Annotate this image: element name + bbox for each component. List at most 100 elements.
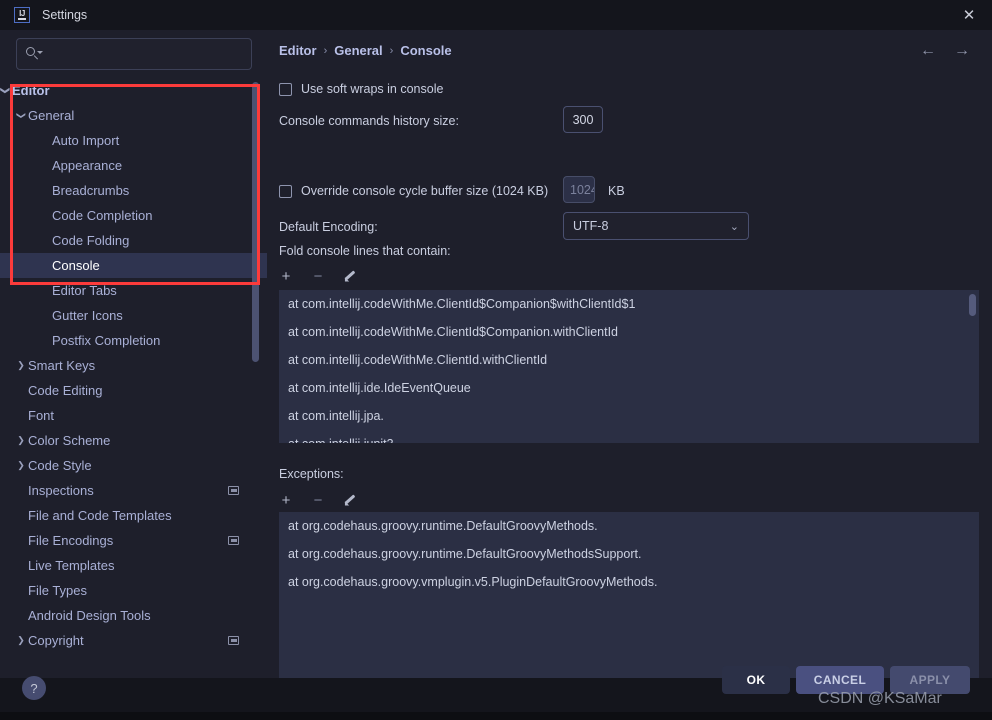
settings-tree[interactable]: ❯ Editor ❯ General Auto Import Appearance Brea… xyxy=(0,78,267,674)
default-encoding-row: Default Encoding: xyxy=(279,220,378,234)
project-scope-icon xyxy=(228,486,239,495)
list-item[interactable]: at org.codehaus.groovy.vmplugin.v5.Plugi… xyxy=(279,568,979,596)
sidebar-item-live-templates[interactable]: Live Templates xyxy=(0,553,267,578)
sidebar-item-editor[interactable]: ❯ Editor xyxy=(0,78,267,103)
sidebar-item-file-and-code-templates[interactable]: File and Code Templates xyxy=(0,503,267,528)
breadcrumb-item-general[interactable]: General xyxy=(334,43,382,58)
project-scope-icon xyxy=(228,636,239,645)
search-field-wrapper xyxy=(16,38,252,70)
watermark: CSDN @KSaMar xyxy=(818,690,942,707)
chevron-down-icon[interactable]: ❯ xyxy=(1,84,11,98)
project-scope-icon xyxy=(228,536,239,545)
chevron-down-icon: ⌄ xyxy=(729,220,739,233)
logo-letters: IJ xyxy=(19,9,25,18)
edit-pencil-icon[interactable] xyxy=(342,269,357,284)
sidebar-item-file-encodings[interactable]: File Encodings xyxy=(0,528,267,553)
list-item[interactable]: at org.codehaus.groovy.runtime.DefaultGr… xyxy=(279,540,979,568)
ok-button[interactable]: OK xyxy=(722,666,790,694)
history-size-label: Console commands history size: xyxy=(279,114,459,128)
sidebar-item-breadcrumbs[interactable]: Breadcrumbs xyxy=(0,178,267,203)
list-item[interactable]: at com.intellij.codeWithMe.ClientId$Comp… xyxy=(279,290,979,318)
remove-icon[interactable]: − xyxy=(311,493,325,508)
exceptions-label: Exceptions: xyxy=(279,467,344,481)
sidebar-item-label: Code Folding xyxy=(52,233,130,248)
sidebar-item-font[interactable]: Font xyxy=(0,403,267,428)
sidebar-item-label: Android Design Tools xyxy=(28,608,151,623)
sidebar-item-label: Gutter Icons xyxy=(52,308,123,323)
sidebar-item-code-folding[interactable]: Code Folding xyxy=(0,228,267,253)
sidebar-item-copyright[interactable]: ❯ Copyright xyxy=(0,628,267,653)
list-item[interactable]: at com.intellij.junit3. xyxy=(279,430,979,443)
fold-lines-label: Fold console lines that contain: xyxy=(279,244,451,258)
breadcrumb-item-console[interactable]: Console xyxy=(400,43,451,58)
list-item[interactable]: at com.intellij.codeWithMe.ClientId$Comp… xyxy=(279,318,979,346)
default-encoding-dropdown[interactable]: UTF-8 ⌄ xyxy=(563,212,749,240)
sidebar-scrollbar[interactable] xyxy=(252,82,259,422)
sidebar-item-code-completion[interactable]: Code Completion xyxy=(0,203,267,228)
sidebar-item-postfix-completion[interactable]: Postfix Completion xyxy=(0,328,267,353)
sidebar-item-label: Console xyxy=(52,258,100,273)
sidebar-item-appearance[interactable]: Appearance xyxy=(0,153,267,178)
sidebar-item-label: Smart Keys xyxy=(28,358,96,373)
back-arrow-icon[interactable]: ← xyxy=(920,43,936,59)
add-icon[interactable]: + xyxy=(279,269,293,284)
soft-wraps-checkbox[interactable] xyxy=(279,82,292,96)
sidebar-item-smart-keys[interactable]: ❯ Smart Keys xyxy=(0,353,267,378)
close-icon[interactable]: ✕ xyxy=(946,0,992,30)
chevron-right-icon[interactable]: ❯ xyxy=(14,636,28,645)
search-icon xyxy=(26,47,43,61)
sidebar-item-auto-import[interactable]: Auto Import xyxy=(0,128,267,153)
sidebar-item-editor-tabs[interactable]: Editor Tabs xyxy=(0,278,267,303)
sidebar-item-inspections[interactable]: Inspections xyxy=(0,478,267,503)
sidebar-item-color-scheme[interactable]: ❯ Color Scheme xyxy=(0,428,267,453)
sidebar-item-general[interactable]: ❯ General xyxy=(0,103,267,128)
list-item[interactable]: at com.intellij.jpa. xyxy=(279,402,979,430)
chevron-right-icon[interactable]: ❯ xyxy=(14,361,28,370)
sidebar-item-console[interactable]: Console xyxy=(0,253,267,278)
fold-lines-toolbar: + − xyxy=(279,266,357,286)
override-buffer-checkbox[interactable] xyxy=(279,184,292,198)
history-size-input[interactable]: 300 xyxy=(563,106,603,133)
chevron-right-icon[interactable]: ❯ xyxy=(14,436,28,445)
intellij-logo-icon: IJ xyxy=(14,7,30,23)
sidebar-item-code-style[interactable]: ❯ Code Style xyxy=(0,453,267,478)
override-buffer-unit-label: KB xyxy=(608,184,625,198)
help-button[interactable]: ? xyxy=(22,676,46,700)
sidebar-scrollbar-thumb[interactable] xyxy=(252,82,259,362)
fold-lines-list[interactable]: at com.intellij.codeWithMe.ClientId$Comp… xyxy=(279,290,979,443)
add-icon[interactable]: + xyxy=(279,493,293,508)
sidebar-item-label: File and Code Templates xyxy=(28,508,172,523)
soft-wraps-row[interactable]: Use soft wraps in console xyxy=(279,82,443,96)
breadcrumb: Editor › General › Console xyxy=(279,43,452,58)
list-item[interactable]: at com.intellij.codeWithMe.ClientId.with… xyxy=(279,346,979,374)
search-input[interactable] xyxy=(16,38,252,70)
title-bar: IJ Settings ✕ xyxy=(0,0,992,30)
sidebar-item-label: Postfix Completion xyxy=(52,333,161,348)
override-buffer-label: Override console cycle buffer size (1024… xyxy=(301,184,549,198)
breadcrumb-item-editor[interactable]: Editor xyxy=(279,43,317,58)
history-size-row: Console commands history size: xyxy=(279,114,459,128)
exceptions-toolbar: + − xyxy=(279,490,357,510)
sidebar-item-gutter-icons[interactable]: Gutter Icons xyxy=(0,303,267,328)
sidebar-item-code-editing[interactable]: Code Editing xyxy=(0,378,267,403)
edit-pencil-icon[interactable] xyxy=(342,493,357,508)
sidebar-item-file-types[interactable]: File Types xyxy=(0,578,267,603)
exceptions-list[interactable]: at org.codehaus.groovy.runtime.DefaultGr… xyxy=(279,512,979,678)
fold-lines-scrollbar-thumb[interactable] xyxy=(969,294,976,316)
override-buffer-input[interactable]: 1024 xyxy=(563,176,595,203)
sidebar-item-label: File Encodings xyxy=(28,533,114,548)
chevron-down-icon[interactable]: ❯ xyxy=(17,109,27,123)
sidebar-item-label: Breadcrumbs xyxy=(52,183,130,198)
sidebar-item-android-design-tools[interactable]: Android Design Tools xyxy=(0,603,267,628)
soft-wraps-label: Use soft wraps in console xyxy=(301,82,444,96)
remove-icon[interactable]: − xyxy=(311,269,325,284)
sidebar-item-label: Auto Import xyxy=(52,133,120,148)
override-buffer-row[interactable]: Override console cycle buffer size (1024… xyxy=(279,184,548,198)
chevron-right-icon[interactable]: ❯ xyxy=(14,461,28,470)
sidebar-item-label: Color Scheme xyxy=(28,433,111,448)
list-item[interactable]: at org.codehaus.groovy.runtime.DefaultGr… xyxy=(279,512,979,540)
list-item[interactable]: at com.intellij.ide.IdeEventQueue xyxy=(279,374,979,402)
default-encoding-label: Default Encoding: xyxy=(279,220,378,234)
override-buffer-unit: KB xyxy=(608,184,625,198)
forward-arrow-icon[interactable]: → xyxy=(954,43,970,59)
